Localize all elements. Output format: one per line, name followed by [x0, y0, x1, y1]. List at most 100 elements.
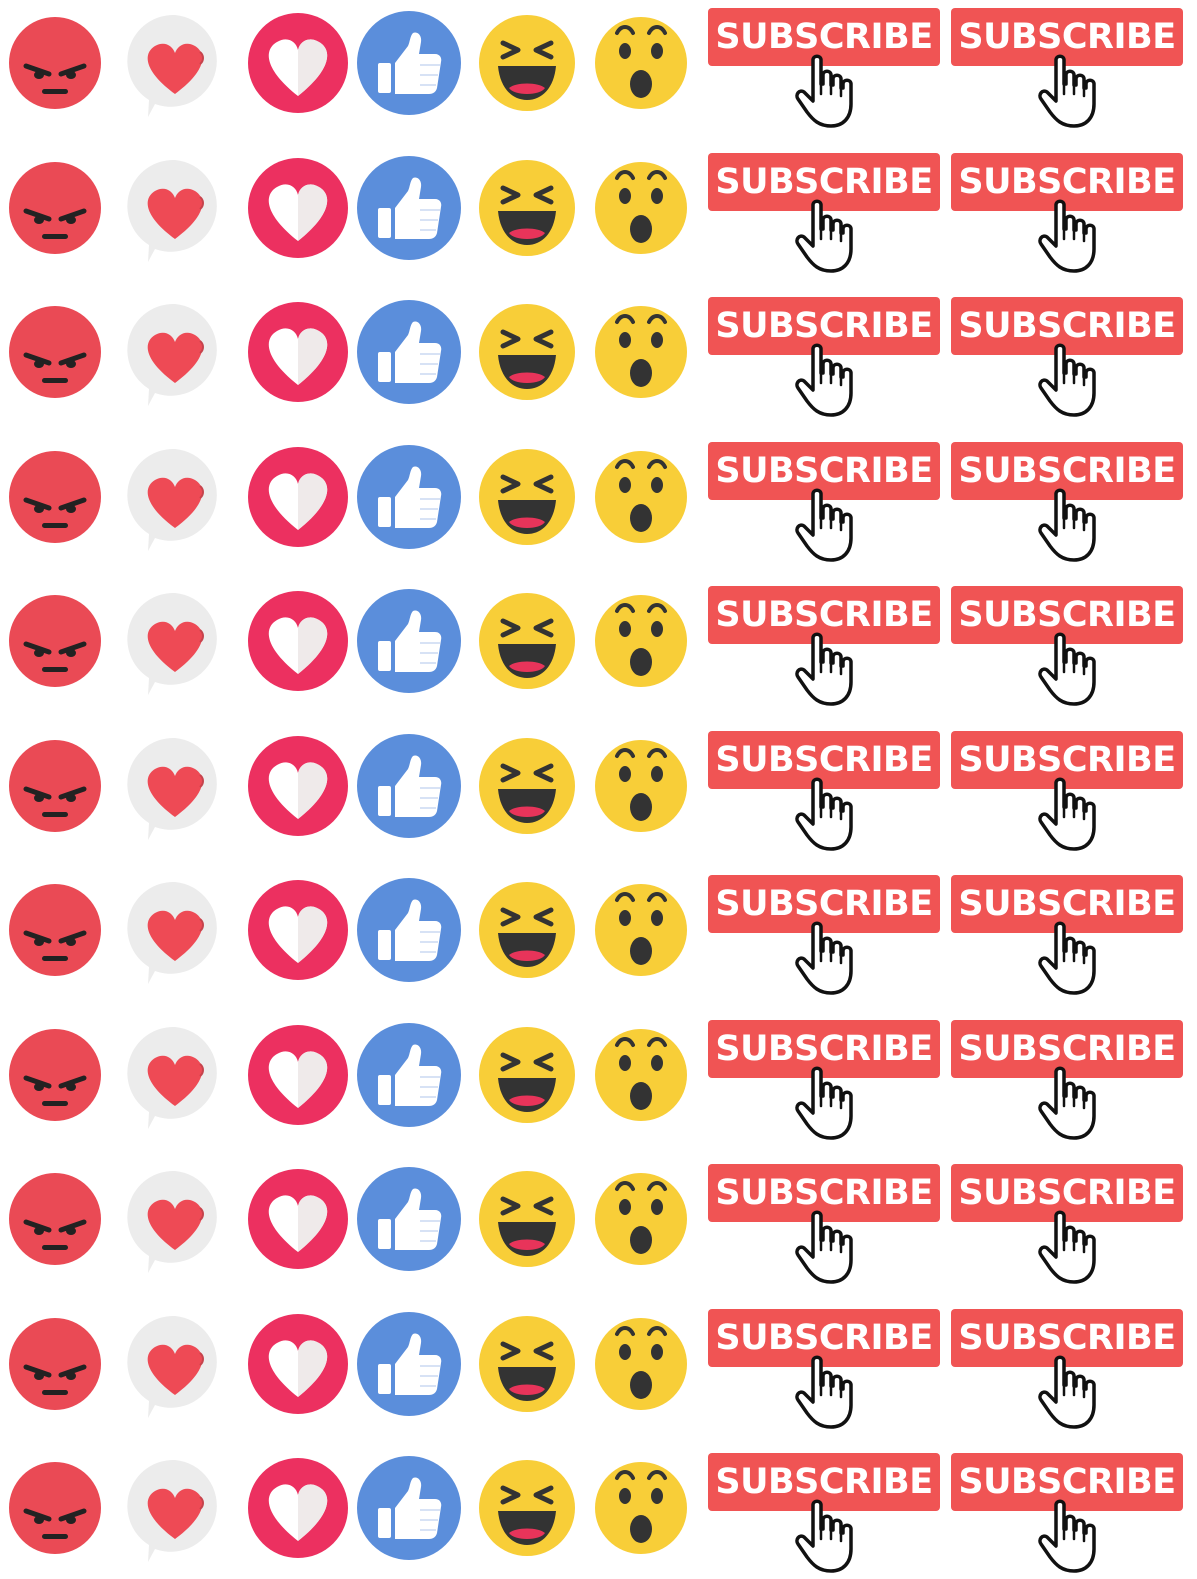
surprised-face-icon [588, 875, 694, 985]
heart-speech-bubble-icon [122, 8, 228, 118]
heart-circle-icon [245, 1309, 351, 1419]
subscribe-sticker: SUBSCRIBE [951, 1019, 1183, 1146]
sticker-row: SUBSCRIBE SUBSCRIBE [0, 8, 1197, 134]
sticker-row: SUBSCRIBE SUBSCRIBE [0, 297, 1197, 423]
angry-face-icon [2, 586, 108, 696]
angry-face-icon [2, 153, 108, 263]
pointing-hand-cursor-icon [1037, 199, 1099, 275]
pointing-hand-cursor-icon [794, 1066, 856, 1142]
laughing-face-icon [474, 1020, 580, 1130]
angry-face-icon [2, 1453, 108, 1563]
thumbs-up-icon [356, 1164, 462, 1274]
subscribe-sticker: SUBSCRIBE [708, 1164, 940, 1290]
heart-speech-bubble-icon [122, 442, 228, 552]
laughing-face-icon [474, 731, 580, 841]
subscribe-sticker: SUBSCRIBE [708, 297, 940, 423]
surprised-face-icon [588, 586, 694, 696]
heart-circle-icon [245, 731, 351, 841]
subscribe-sticker: SUBSCRIBE [708, 441, 940, 568]
heart-circle-icon [245, 8, 351, 118]
pointing-hand-cursor-icon [794, 632, 856, 708]
laughing-face-icon [474, 297, 580, 407]
heart-speech-bubble-icon [122, 1453, 228, 1563]
subscribe-sticker: SUBSCRIBE [951, 586, 1183, 712]
subscribe-sticker: SUBSCRIBE [951, 1164, 1183, 1290]
angry-face-icon [2, 1309, 108, 1419]
pointing-hand-cursor-icon [794, 343, 856, 419]
subscribe-sticker: SUBSCRIBE [951, 1308, 1183, 1435]
thumbs-up-icon [356, 8, 462, 118]
sticker-sheet: SUBSCRIBE SUBSCRIBE SUBSCRIBE SUBSCRIBE … [0, 0, 1197, 1576]
angry-face-icon [2, 1164, 108, 1274]
surprised-face-icon [588, 1020, 694, 1130]
pointing-hand-cursor-icon [794, 488, 856, 564]
heart-circle-icon [245, 153, 351, 263]
subscribe-sticker: SUBSCRIBE [708, 1019, 940, 1146]
sticker-row: SUBSCRIBE SUBSCRIBE [0, 1164, 1197, 1290]
subscribe-sticker: SUBSCRIBE [708, 1308, 940, 1435]
sticker-row: SUBSCRIBE SUBSCRIBE [0, 875, 1197, 1001]
thumbs-up-icon [356, 297, 462, 407]
laughing-face-icon [474, 875, 580, 985]
heart-speech-bubble-icon [122, 586, 228, 696]
pointing-hand-cursor-icon [794, 1355, 856, 1431]
sticker-row: SUBSCRIBE SUBSCRIBE [0, 441, 1197, 568]
subscribe-sticker: SUBSCRIBE [951, 8, 1183, 134]
surprised-face-icon [588, 297, 694, 407]
pointing-hand-cursor-icon [794, 1210, 856, 1286]
sticker-row: SUBSCRIBE SUBSCRIBE [0, 152, 1197, 279]
laughing-face-icon [474, 442, 580, 552]
angry-face-icon [2, 1020, 108, 1130]
heart-speech-bubble-icon [122, 1020, 228, 1130]
heart-circle-icon [245, 297, 351, 407]
angry-face-icon [2, 8, 108, 118]
pointing-hand-cursor-icon [794, 921, 856, 997]
subscribe-sticker: SUBSCRIBE [951, 152, 1183, 279]
heart-speech-bubble-icon [122, 731, 228, 841]
pointing-hand-cursor-icon [1037, 632, 1099, 708]
pointing-hand-cursor-icon [1037, 1499, 1099, 1575]
subscribe-sticker: SUBSCRIBE [951, 730, 1183, 857]
subscribe-sticker: SUBSCRIBE [708, 152, 940, 279]
laughing-face-icon [474, 153, 580, 263]
thumbs-up-icon [356, 586, 462, 696]
thumbs-up-icon [356, 731, 462, 841]
laughing-face-icon [474, 8, 580, 118]
surprised-face-icon [588, 153, 694, 263]
surprised-face-icon [588, 731, 694, 841]
thumbs-up-icon [356, 442, 462, 552]
pointing-hand-cursor-icon [794, 1499, 856, 1575]
subscribe-sticker: SUBSCRIBE [951, 1453, 1183, 1579]
heart-circle-icon [245, 875, 351, 985]
sticker-row: SUBSCRIBE SUBSCRIBE [0, 586, 1197, 712]
heart-speech-bubble-icon [122, 875, 228, 985]
laughing-face-icon [474, 1164, 580, 1274]
pointing-hand-cursor-icon [1037, 488, 1099, 564]
heart-circle-icon [245, 1453, 351, 1563]
heart-speech-bubble-icon [122, 1164, 228, 1274]
angry-face-icon [2, 297, 108, 407]
heart-circle-icon [245, 442, 351, 552]
surprised-face-icon [588, 442, 694, 552]
subscribe-sticker: SUBSCRIBE [708, 730, 940, 857]
sticker-row: SUBSCRIBE SUBSCRIBE [0, 1019, 1197, 1146]
pointing-hand-cursor-icon [1037, 1355, 1099, 1431]
pointing-hand-cursor-icon [794, 199, 856, 275]
thumbs-up-icon [356, 1020, 462, 1130]
subscribe-sticker: SUBSCRIBE [951, 297, 1183, 423]
pointing-hand-cursor-icon [1037, 54, 1099, 130]
surprised-face-icon [588, 8, 694, 118]
angry-face-icon [2, 442, 108, 552]
thumbs-up-icon [356, 1309, 462, 1419]
surprised-face-icon [588, 1453, 694, 1563]
subscribe-sticker: SUBSCRIBE [708, 875, 940, 1001]
subscribe-sticker: SUBSCRIBE [951, 441, 1183, 568]
surprised-face-icon [588, 1164, 694, 1274]
angry-face-icon [2, 875, 108, 985]
thumbs-up-icon [356, 153, 462, 263]
angry-face-icon [2, 731, 108, 841]
sticker-row: SUBSCRIBE SUBSCRIBE [0, 1308, 1197, 1435]
pointing-hand-cursor-icon [1037, 777, 1099, 853]
pointing-hand-cursor-icon [794, 54, 856, 130]
heart-speech-bubble-icon [122, 153, 228, 263]
